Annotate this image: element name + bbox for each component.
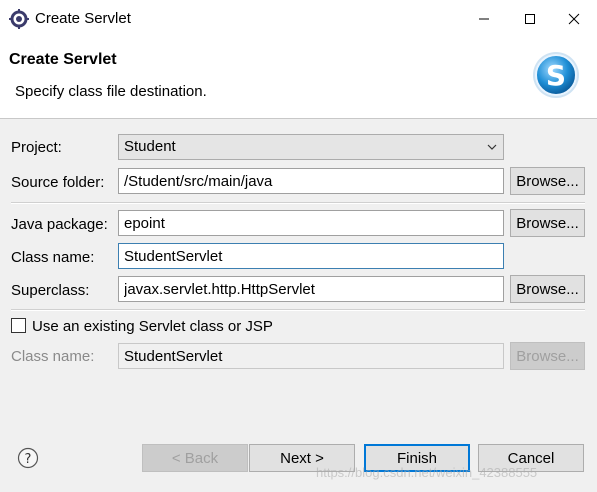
- source-folder-browse-button[interactable]: Browse...: [510, 167, 585, 195]
- separator-highlight: [11, 310, 585, 311]
- superclass-input[interactable]: [118, 276, 504, 302]
- class-name-input[interactable]: [118, 243, 504, 269]
- superclass-browse-button[interactable]: Browse...: [510, 275, 585, 303]
- watermark-text: https://blog.csdn.net/weixin_42388555: [316, 465, 538, 480]
- servlet-s-logo-icon: S: [533, 52, 579, 98]
- maximize-button[interactable]: [507, 0, 553, 38]
- existing-class-browse-button: Browse...: [510, 342, 585, 370]
- wizard-description: Specify class file destination.: [15, 83, 207, 100]
- help-icon[interactable]: ?: [17, 447, 39, 469]
- svg-text:?: ?: [25, 452, 32, 467]
- minimize-button[interactable]: [461, 0, 507, 38]
- project-value: Student: [124, 138, 176, 155]
- java-package-browse-button[interactable]: Browse...: [510, 209, 585, 237]
- eclipse-gear-icon: [9, 9, 29, 29]
- wizard-title: Create Servlet: [9, 51, 117, 68]
- minimize-icon: [479, 18, 489, 20]
- chevron-down-icon: [487, 144, 497, 150]
- existing-class-name-input: [118, 343, 504, 369]
- wizard-header: Create Servlet Specify class file destin…: [0, 38, 597, 119]
- existing-class-name-label: Class name:: [11, 348, 95, 365]
- close-button[interactable]: [551, 0, 597, 38]
- class-name-label: Class name:: [11, 249, 95, 266]
- svg-text:S: S: [546, 59, 566, 92]
- maximize-icon: [525, 14, 535, 24]
- source-folder-input[interactable]: [118, 168, 504, 194]
- project-label: Project:: [11, 139, 62, 156]
- superclass-label: Superclass:: [11, 282, 90, 299]
- back-button: < Back: [142, 444, 248, 472]
- window-title: Create Servlet: [35, 10, 131, 27]
- window-titlebar: Create Servlet: [0, 0, 597, 38]
- separator-highlight: [11, 203, 585, 204]
- java-package-label: Java package:: [11, 216, 108, 233]
- use-existing-label[interactable]: Use an existing Servlet class or JSP: [32, 318, 273, 335]
- use-existing-checkbox[interactable]: [11, 318, 26, 333]
- source-folder-label: Source folder:: [11, 174, 105, 191]
- java-package-input[interactable]: [118, 210, 504, 236]
- close-icon: [568, 13, 580, 25]
- project-combo[interactable]: Student: [118, 134, 504, 160]
